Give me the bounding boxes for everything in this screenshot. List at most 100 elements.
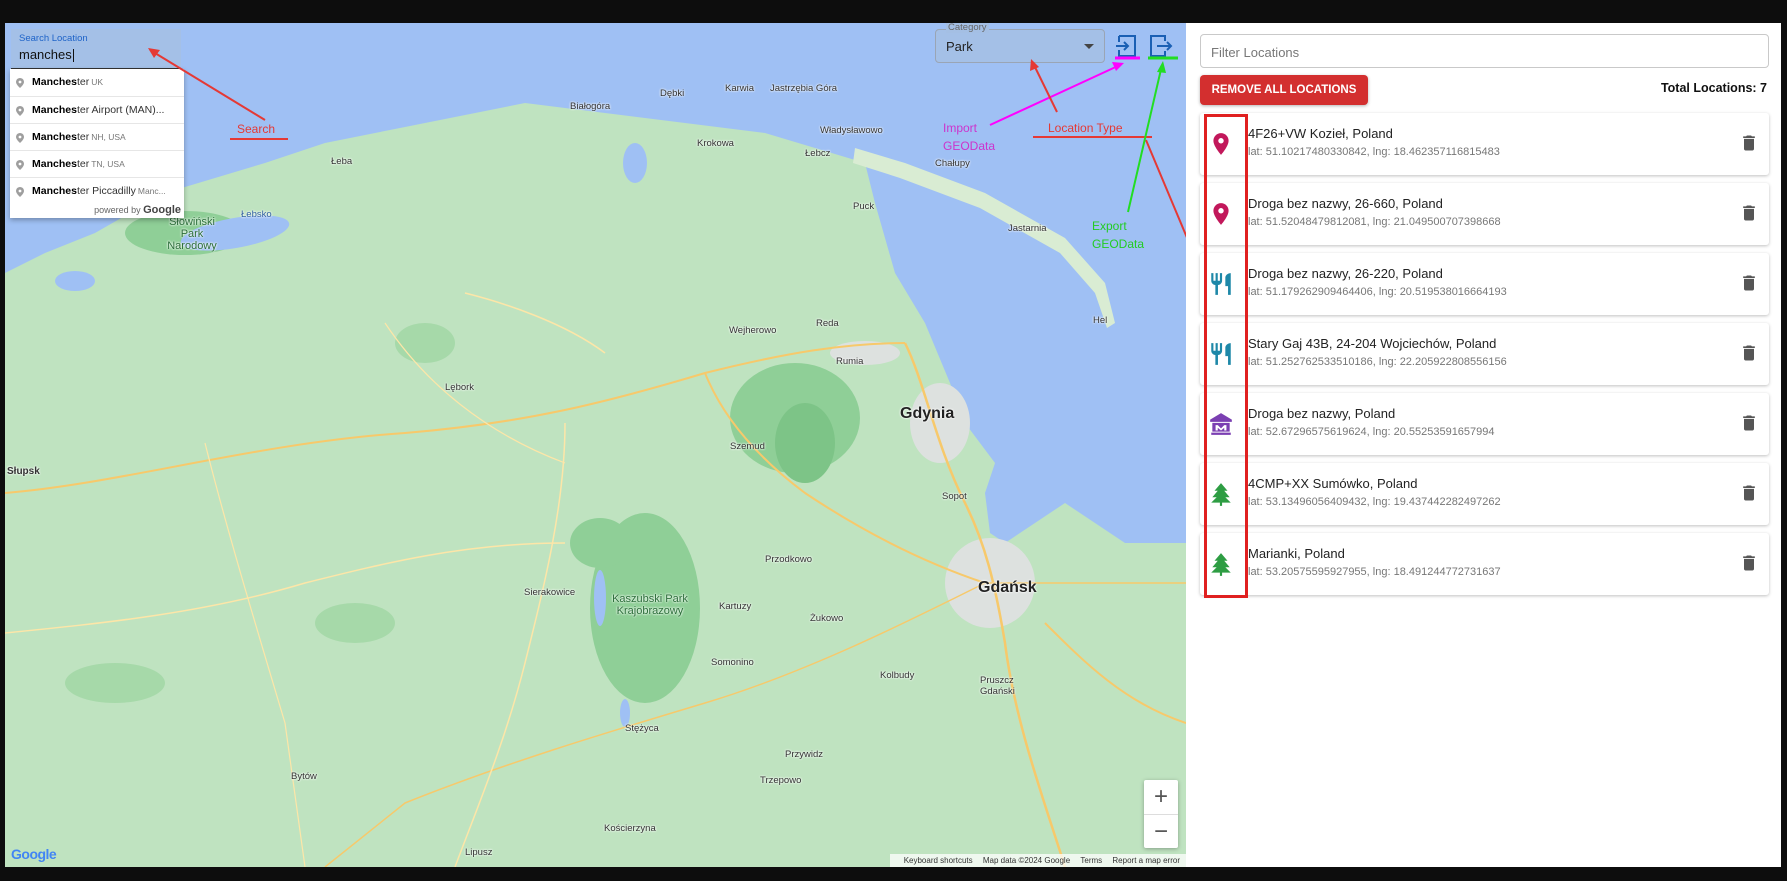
suggestion-item[interactable]: Manchester NH, USA xyxy=(10,123,184,150)
location-coords: lat: 51.52048479812081, lng: 21.04950070… xyxy=(1248,216,1501,228)
place-label: Łebcz xyxy=(805,148,831,159)
autocomplete-suggestions: Manchester UK Manchester Airport (MAN)...… xyxy=(10,69,184,218)
place-label: Kolbudy xyxy=(880,670,915,681)
locations-list: 4F26+VW Kozieł, Poland lat: 51.102174803… xyxy=(1200,113,1769,603)
google-brand: Google xyxy=(143,204,181,216)
place-label: Słupsk xyxy=(7,466,40,477)
place-label: Pruszcz Gdański xyxy=(980,675,1015,697)
delete-icon[interactable] xyxy=(1739,343,1759,363)
import-geodata-icon[interactable] xyxy=(1114,33,1140,59)
locations-panel: Filter Locations REMOVE ALL LOCATIONS To… xyxy=(1186,23,1781,867)
park-label: Kaszubski Park Krajobrazowy xyxy=(612,593,688,617)
place-label: Puck xyxy=(853,201,875,212)
location-item[interactable]: Droga bez nazwy, 26-660, Poland lat: 51.… xyxy=(1200,183,1769,245)
location-pin-icon xyxy=(16,160,24,170)
map-attribution: Keyboard shortcuts Map data ©2024 Google… xyxy=(889,854,1186,867)
zoom-in-button[interactable]: + xyxy=(1144,780,1178,814)
place-label: Białogóra xyxy=(570,101,611,112)
zoom-out-button[interactable]: − xyxy=(1144,814,1178,848)
suggestion-item[interactable]: Manchester Airport (MAN)... xyxy=(10,96,184,123)
export-geodata-icon[interactable] xyxy=(1148,33,1174,59)
location-pin-icon xyxy=(16,78,24,88)
delete-icon[interactable] xyxy=(1739,203,1759,223)
delete-icon[interactable] xyxy=(1739,133,1759,153)
place-label: Przywidz xyxy=(785,749,824,760)
place-label: Dębki xyxy=(660,88,685,99)
place-label: Jastrzębia Góra xyxy=(770,83,838,94)
place-label: Łeba xyxy=(331,156,353,167)
place-label: Lipusz xyxy=(465,847,493,858)
search-location-value: manches xyxy=(19,47,72,62)
place-label: Karwia xyxy=(725,83,755,94)
place-label: Chałupy xyxy=(935,158,970,169)
category-select[interactable]: Category Park xyxy=(935,23,1105,63)
suggestion-secondary: Manc... xyxy=(137,186,166,196)
map-canvas[interactable]: Gdynia Gdańsk Kaszubski Park Krajobrazow… xyxy=(5,23,1186,867)
location-name: Droga bez nazwy, Poland xyxy=(1248,406,1396,421)
suggestion-item[interactable]: Manchester UK xyxy=(10,69,184,96)
location-item[interactable]: Droga bez nazwy, 26-220, Poland lat: 51.… xyxy=(1200,253,1769,315)
location-coords: lat: 53.13496056409432, lng: 19.43744228… xyxy=(1248,496,1501,508)
search-annotation: Search xyxy=(237,122,276,136)
terms-link[interactable]: Terms xyxy=(1080,856,1102,865)
export-annotation-line2: GEOData xyxy=(1092,237,1145,251)
search-location-label: Search Location xyxy=(19,33,88,44)
suggestion-match: Manches xyxy=(32,158,77,170)
suggestion-rest: ter xyxy=(76,158,90,170)
location-name: Stary Gaj 43B, 24-204 Wojciechów, Poland xyxy=(1248,336,1497,351)
text-caret xyxy=(72,49,74,63)
location-item[interactable]: 4F26+VW Kozieł, Poland lat: 51.102174803… xyxy=(1200,113,1769,175)
location-coords: lat: 51.252762533510186, lng: 22.2059228… xyxy=(1248,356,1507,368)
place-label: Przodkowo xyxy=(765,554,812,565)
remove-all-locations-button[interactable]: REMOVE ALL LOCATIONS xyxy=(1200,75,1368,105)
place-label: Stężyca xyxy=(625,723,659,734)
delete-icon[interactable] xyxy=(1739,413,1759,433)
app-window: Gdynia Gdańsk Kaszubski Park Krajobrazow… xyxy=(0,0,1787,881)
place-label: Sierakowice xyxy=(524,587,576,598)
place-label: Kościerzyna xyxy=(604,823,656,834)
suggestion-match: Manches xyxy=(32,185,77,197)
report-error-link[interactable]: Report a map error xyxy=(1112,856,1180,865)
location-pin-icon xyxy=(16,133,24,143)
location-item[interactable]: Marianki, Poland lat: 53.20575595927955,… xyxy=(1200,533,1769,595)
delete-icon[interactable] xyxy=(1739,483,1759,503)
export-annotation-line1: Export xyxy=(1092,219,1127,233)
location-item[interactable]: Stary Gaj 43B, 24-204 Wojciechów, Poland… xyxy=(1200,323,1769,385)
suggestion-secondary: UK xyxy=(91,77,104,87)
filter-locations-input[interactable]: Filter Locations xyxy=(1200,34,1769,68)
search-location-input[interactable]: Search Location manches xyxy=(11,29,181,69)
suggestion-secondary: NH, USA xyxy=(91,132,126,142)
place-label: Trzepowo xyxy=(760,775,802,786)
suggestion-item[interactable]: Manchester Piccadilly Manc... xyxy=(10,177,184,204)
location-pin-icon xyxy=(16,106,24,116)
suggestion-rest: ter Piccadilly xyxy=(76,185,136,197)
delete-icon[interactable] xyxy=(1739,553,1759,573)
suggestion-item[interactable]: Manchester TN, USA xyxy=(10,150,184,177)
suggestion-match: Manches xyxy=(32,131,77,143)
place-label: Reda xyxy=(816,318,839,329)
import-annotation-line1: Import xyxy=(943,121,978,135)
place-label: Jastarnia xyxy=(1008,223,1047,234)
place-label: Hel xyxy=(1093,315,1108,326)
category-value: Park xyxy=(946,39,973,54)
location-item[interactable]: 4CMP+XX Sumówko, Poland lat: 53.13496056… xyxy=(1200,463,1769,525)
place-label: Bytów xyxy=(291,771,317,782)
keyboard-shortcuts-link[interactable]: Keyboard shortcuts xyxy=(904,856,973,865)
delete-icon[interactable] xyxy=(1739,273,1759,293)
location-type-annotation: Location Type xyxy=(1048,121,1123,135)
zoom-control: + − xyxy=(1144,780,1178,848)
place-label: Wejherowo xyxy=(729,325,777,336)
suggestion-rest: ter xyxy=(76,131,90,143)
location-item[interactable]: Droga bez nazwy, Poland lat: 52.67296575… xyxy=(1200,393,1769,455)
place-label: Żukowo xyxy=(810,613,844,624)
suggestion-rest: ter Airport (MAN)... xyxy=(76,104,165,116)
suggestion-match: Manches xyxy=(32,104,77,116)
place-label: Gdynia xyxy=(900,405,955,422)
import-annotation-line2: GEOData xyxy=(943,139,996,153)
place-label: Szemud xyxy=(730,441,765,452)
location-name: 4CMP+XX Sumówko, Poland xyxy=(1248,476,1418,491)
import-annotation: Import GEOData xyxy=(943,119,995,155)
map-data-text: Map data ©2024 Google xyxy=(982,856,1071,865)
location-coords: lat: 53.20575595927955, lng: 18.49124477… xyxy=(1248,566,1501,578)
location-name: 4F26+VW Kozieł, Poland xyxy=(1248,126,1393,141)
